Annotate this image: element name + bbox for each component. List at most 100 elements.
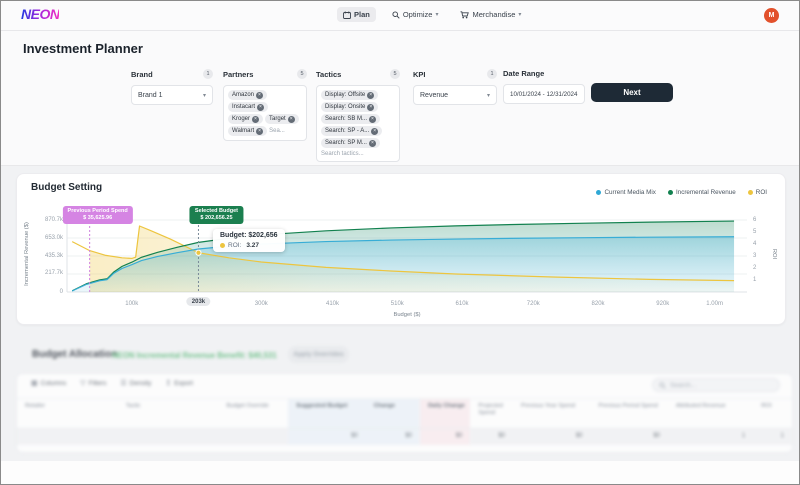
tactic-chip[interactable]: Display: Onsite× <box>321 102 378 112</box>
tactics-search-placeholder[interactable]: Search tactics... <box>321 151 395 157</box>
legend-label: ROI <box>756 189 767 196</box>
partner-chip[interactable]: Instacart× <box>228 102 268 112</box>
nav-optimize[interactable]: Optimize ▾ <box>386 7 445 22</box>
selected-budget-value: $ 202,656.25 <box>195 215 238 222</box>
x-tick: 100k <box>125 301 138 307</box>
remove-chip-icon[interactable]: × <box>256 92 263 99</box>
remove-chip-icon[interactable]: × <box>257 104 264 111</box>
column-header: Projected Spend <box>470 399 513 428</box>
y-tick-left: 217.7k <box>25 270 63 276</box>
export-icon: ↥ <box>165 379 171 387</box>
brand-value: Brand 1 <box>138 92 163 99</box>
total-cell: $0 <box>591 429 669 445</box>
remove-chip-icon[interactable]: × <box>367 92 374 99</box>
remove-chip-icon[interactable]: × <box>369 140 376 147</box>
legend-item[interactable]: ROI <box>748 189 767 196</box>
y-tick-right: 5 <box>753 229 756 235</box>
remove-chip-icon[interactable]: × <box>252 116 259 123</box>
nav-plan[interactable]: Plan <box>337 7 376 22</box>
chevron-down-icon: ▾ <box>487 92 490 99</box>
remove-chip-icon[interactable]: × <box>256 128 263 135</box>
tactic-chip[interactable]: Search: SB M...× <box>321 114 380 124</box>
table-header-row: RetailerTacticBudget OverrideSuggested B… <box>17 398 792 428</box>
y-tick-left: 653.0k <box>25 235 63 241</box>
partner-chip[interactable]: Kroger× <box>228 114 263 124</box>
total-cell <box>219 429 289 445</box>
partners-chip-list: Amazon× Instacart× Kroger×Target× Walmart×S… <box>228 90 302 136</box>
budget-chart[interactable] <box>67 212 747 297</box>
partner-search-placeholder[interactable]: Sea... <box>269 128 285 134</box>
nav-merchandise[interactable]: Merchandise ▾ <box>454 7 527 22</box>
tactic-chip[interactable]: Display: Offsite× <box>321 90 378 100</box>
next-button[interactable]: Next <box>591 83 673 102</box>
toolbar-export-button: ↥Export <box>165 379 193 387</box>
tactics-count-badge: 5 <box>390 69 400 79</box>
legend-item[interactable]: Incremental Revenue <box>668 189 736 196</box>
legend-dot-icon <box>596 190 601 195</box>
tactic-chip[interactable]: Search: SP M...× <box>321 138 380 148</box>
brand-select[interactable]: Brand 1 ▾ <box>131 85 213 105</box>
previous-period-spend-label: Previous Period Spend <box>68 208 128 215</box>
y-tick-right: 1 <box>753 277 756 283</box>
tactic-chip[interactable]: Search: SP - A...× <box>321 126 382 136</box>
total-cell: $0 <box>366 429 420 445</box>
date-range-input[interactable]: 10/01/2024 - 12/31/2024 <box>503 84 585 104</box>
total-cell <box>17 429 118 445</box>
partners-count-badge: 5 <box>297 69 307 79</box>
nav-plan-label: Plan <box>354 10 370 19</box>
toolbar-label: Density <box>130 380 152 387</box>
budget-allocation-title: Budget Allocation <box>32 349 117 360</box>
tactics-multiselect[interactable]: Display: Offsite× Display: Onsite× Search:… <box>316 85 400 162</box>
remove-chip-icon[interactable]: × <box>367 104 374 111</box>
y-axis-label-right: ROI <box>771 249 777 259</box>
chevron-down-icon: ▾ <box>203 92 206 99</box>
filter-date-range: Date Range 10/01/2024 - 12/31/2024 <box>503 69 585 104</box>
remove-chip-icon[interactable]: × <box>369 116 376 123</box>
legend-dot-icon <box>748 190 753 195</box>
column-header: Attributed Revenue <box>668 399 753 428</box>
brand-count-badge: 1 <box>203 69 213 79</box>
tactics-label: Tactics <box>316 70 341 79</box>
remove-chip-icon[interactable]: × <box>288 116 295 123</box>
search-icon <box>659 382 666 389</box>
page-title: Investment Planner <box>23 41 143 56</box>
search-placeholder: Search... <box>670 382 696 389</box>
total-cell: $0 <box>513 429 591 445</box>
selected-budget-badge: Selected Budget $ 202,656.25 <box>190 206 243 224</box>
legend-label: Current Media Mix <box>604 189 655 196</box>
x-tick: 610k <box>456 301 469 307</box>
column-header: Tactic <box>118 399 219 428</box>
main-nav: Plan Optimize ▾ Merchandise ▾ <box>337 7 527 22</box>
partner-chip[interactable]: Walmart× <box>228 126 267 136</box>
tooltip-roi-label: ROI: <box>228 242 241 249</box>
selected-budget-label: Selected Budget <box>195 208 238 215</box>
date-range-value: 10/01/2024 - 12/31/2024 <box>510 91 577 98</box>
budget-setting-card: Budget Setting Current Media MixIncremen… <box>16 173 786 325</box>
neon-logo: NEON <box>21 6 59 22</box>
toolbar-columns-button: ▦Columns <box>31 379 66 387</box>
partner-chip[interactable]: Target× <box>265 114 299 124</box>
table-search-input: Search... <box>652 378 780 392</box>
toolbar-label: Filters <box>89 380 107 387</box>
kpi-label: KPI <box>413 70 426 79</box>
total-cell: 1 <box>668 429 753 445</box>
y-tick-left: 435.3k <box>25 253 63 259</box>
column-header: Previous Year Spend <box>513 399 591 428</box>
legend-item[interactable]: Current Media Mix <box>596 189 655 196</box>
filters-icon: ▽ <box>80 379 85 387</box>
incremental-revenue-benefit: NEON Incremental Revenue Benefit: $40,53… <box>112 351 277 360</box>
total-cell <box>118 429 219 445</box>
user-avatar[interactable]: M <box>764 8 779 23</box>
partners-multiselect[interactable]: Amazon× Instacart× Kroger×Target× Walmart×S… <box>223 85 307 141</box>
remove-chip-icon[interactable]: × <box>371 128 378 135</box>
app-window: NEON Plan Optimize ▾ Merchandise ▾ M Inv… <box>0 0 800 485</box>
column-header: Daily Change <box>420 399 470 428</box>
partner-chip[interactable]: Amazon× <box>228 90 267 100</box>
cart-icon <box>460 11 469 19</box>
brand-label: Brand <box>131 70 153 79</box>
y-tick-right: 6 <box>753 217 756 223</box>
y-tick-left: 0 <box>25 289 63 295</box>
kpi-select[interactable]: Revenue ▾ <box>413 85 497 105</box>
tactics-chip-list: Display: Offsite× Display: Onsite× Search:… <box>321 90 395 148</box>
partners-label: Partners <box>223 70 253 79</box>
